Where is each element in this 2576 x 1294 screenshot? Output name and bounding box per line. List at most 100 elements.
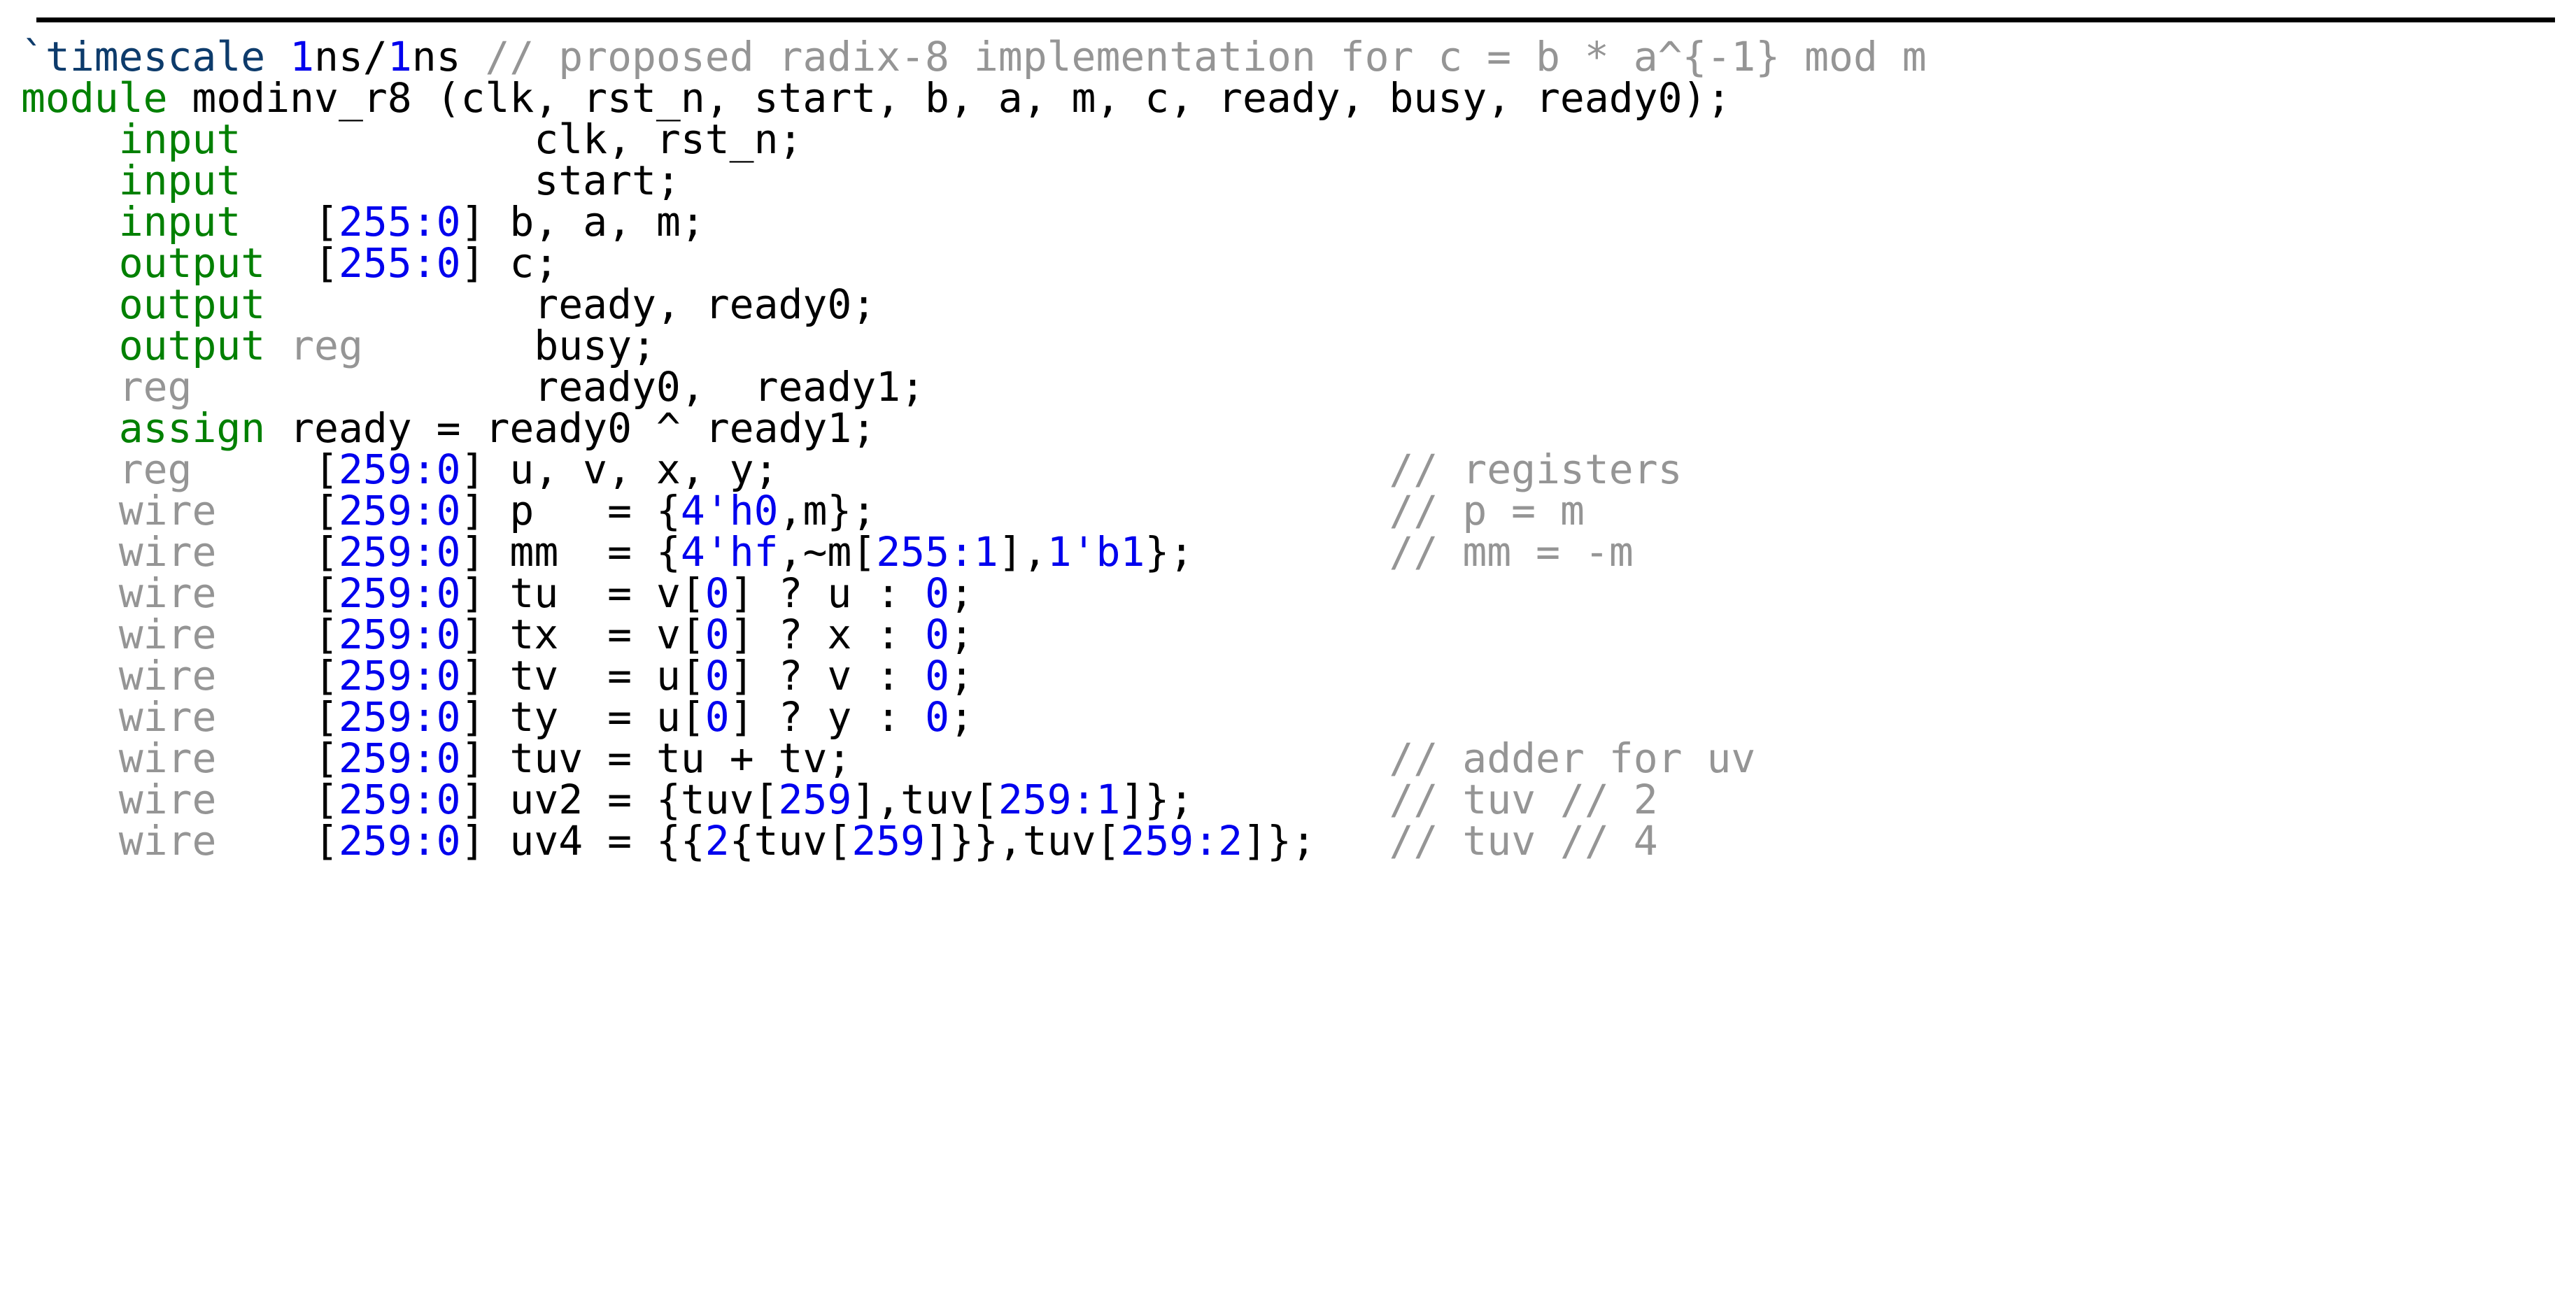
- code-token: ]};: [1120, 776, 1194, 823]
- code-token: ],: [998, 528, 1047, 576]
- code-token: ] p = {: [460, 487, 681, 534]
- code-token: ;: [949, 693, 974, 741]
- comment-gutter-space: [1194, 528, 1389, 576]
- code-token: output: [118, 280, 266, 328]
- code-token: ] ? u :: [729, 569, 926, 617]
- code-token: 259:0: [338, 693, 461, 741]
- code-listing-page: `timescale 1ns/1ns // proposed radix-8 i…: [0, 0, 2576, 1294]
- code-token: ],tuv[: [851, 776, 998, 823]
- code-line: assign ready = ready0 ^ ready1;: [21, 408, 2568, 449]
- code-line: wire [259:0] tx = v[0] ? x : 0;: [21, 614, 2568, 655]
- code-token: 259:0: [338, 569, 461, 617]
- code-line: output reg busy;: [21, 325, 2568, 367]
- code-token: ] u, v, x, y;: [460, 446, 779, 493]
- code-token: [: [216, 487, 339, 534]
- code-token: ;: [949, 569, 974, 617]
- code-token: 255:0: [338, 239, 461, 287]
- code-token: ns/: [314, 33, 388, 80]
- code-token: ] ? y :: [729, 693, 926, 741]
- code-token: 0: [925, 569, 949, 617]
- code-line: wire [259:0] tuv = tu + tv; // adder for…: [21, 738, 2568, 779]
- code-token: // proposed radix-8 implementation for c…: [485, 33, 1927, 80]
- code-token: wire: [118, 528, 217, 576]
- code-token: ns: [411, 33, 486, 80]
- code-token: 259: [851, 817, 926, 865]
- code-token: [: [192, 446, 339, 493]
- code-token: 259:0: [338, 487, 461, 534]
- code-token: 259: [778, 776, 852, 823]
- code-token: 259:1: [998, 776, 1121, 823]
- code-token: wire: [118, 487, 217, 534]
- code-token: ]}},tuv[: [925, 817, 1121, 865]
- code-token: ,~m[: [778, 528, 877, 576]
- code-token: 4'hf: [680, 528, 779, 576]
- code-token: wire: [118, 652, 217, 699]
- code-token: [: [216, 652, 339, 699]
- code-token: 259:0: [338, 734, 461, 782]
- code-token: 0: [705, 611, 730, 658]
- code-token: clk, rst_n;: [241, 115, 803, 163]
- code-token: ] uv2 = {tuv[: [460, 776, 779, 823]
- code-line: wire [259:0] tv = u[0] ? v : 0;: [21, 655, 2568, 697]
- verilog-source-listing: `timescale 1ns/1ns // proposed radix-8 i…: [21, 36, 2568, 862]
- code-token: [: [216, 528, 339, 576]
- code-token: 0: [705, 569, 730, 617]
- code-token: ready, ready0;: [265, 280, 877, 328]
- code-token: 1'b1: [1047, 528, 1145, 576]
- code-token: modinv_r8 (clk, rst_n, start, b, a, m, c…: [167, 74, 1732, 122]
- code-token: 259:2: [1120, 817, 1243, 865]
- code-token: 255:0: [338, 198, 461, 246]
- code-token: [: [216, 611, 339, 658]
- code-token: 259:0: [338, 652, 461, 699]
- code-token: input: [118, 115, 241, 163]
- trailing-comment: // tuv // 2: [1389, 776, 1658, 823]
- code-token: ] ty = u[: [460, 693, 705, 741]
- code-token: start;: [241, 157, 681, 204]
- code-line: wire [259:0] ty = u[0] ? y : 0;: [21, 697, 2568, 738]
- code-token: [: [216, 569, 339, 617]
- code-token: [: [265, 239, 339, 287]
- code-line: wire [259:0] mm = {4'hf,~m[255:1],1'b1};…: [21, 532, 2568, 573]
- code-line: module modinv_r8 (clk, rst_n, start, b, …: [21, 78, 2568, 119]
- code-token: assign: [118, 404, 266, 452]
- code-token: module: [21, 74, 168, 122]
- code-token: ready0, ready1;: [192, 363, 926, 411]
- code-token: wire: [118, 611, 217, 658]
- code-token: 1: [290, 33, 315, 80]
- code-token: ] tu = v[: [460, 569, 705, 617]
- code-token: wire: [118, 569, 217, 617]
- code-token: 0: [925, 611, 949, 658]
- code-token: 259:0: [338, 817, 461, 865]
- code-token: [: [216, 776, 339, 823]
- code-token: reg: [118, 363, 192, 411]
- code-token: ] b, a, m;: [460, 198, 705, 246]
- code-token: input: [118, 198, 241, 246]
- trailing-comment: // adder for uv: [1389, 734, 1756, 782]
- code-token: reg: [290, 322, 363, 369]
- code-line: reg ready0, ready1;: [21, 367, 2568, 408]
- code-line: input [255:0] b, a, m;: [21, 201, 2568, 243]
- code-line: input start;: [21, 160, 2568, 201]
- code-token: ] tuv = tu + tv;: [460, 734, 852, 782]
- code-token: };: [1145, 528, 1194, 576]
- code-token: output: [118, 322, 266, 369]
- code-line: wire [259:0] uv2 = {tuv[259],tuv[259:1]}…: [21, 779, 2568, 820]
- code-token: ] tx = v[: [460, 611, 705, 658]
- code-token: ] ? v :: [729, 652, 926, 699]
- code-token: wire: [118, 734, 217, 782]
- code-line: output [255:0] c;: [21, 243, 2568, 284]
- code-token: 0: [705, 693, 730, 741]
